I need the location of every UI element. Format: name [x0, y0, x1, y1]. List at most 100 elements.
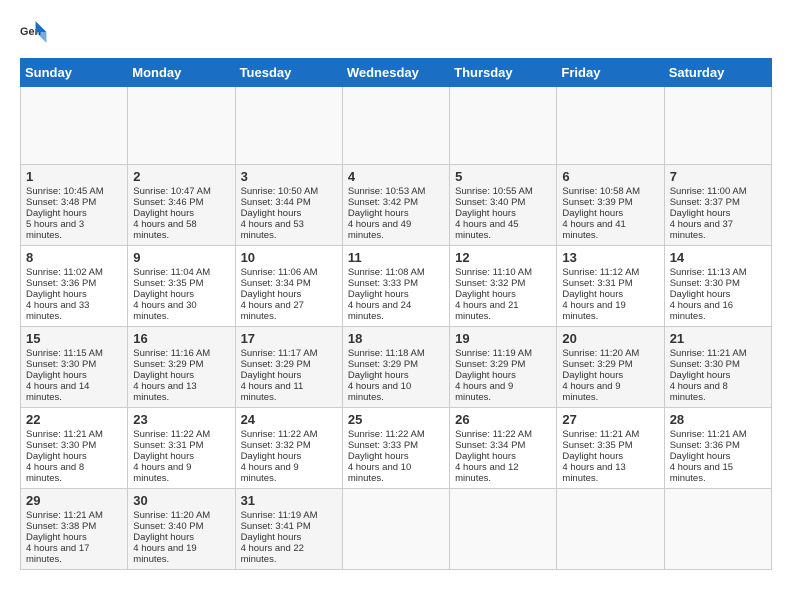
calendar-cell — [450, 489, 557, 570]
daylight-value: 4 hours and 12 minutes. — [455, 462, 551, 484]
calendar-cell: 5Sunrise: 10:55 AMSunset: 3:40 PMDayligh… — [450, 165, 557, 246]
sunset-text: Sunset: 3:32 PM — [241, 440, 337, 451]
daylight-text: Daylight hours — [241, 532, 337, 543]
calendar-cell: 31Sunrise: 11:19 AMSunset: 3:41 PMDaylig… — [235, 489, 342, 570]
sunrise-text: Sunrise: 11:22 AM — [241, 429, 337, 440]
daylight-value: 4 hours and 58 minutes. — [133, 219, 229, 241]
daylight-text: Daylight hours — [133, 289, 229, 300]
sunrise-text: Sunrise: 11:17 AM — [241, 348, 337, 359]
calendar-header-row: SundayMondayTuesdayWednesdayThursdayFrid… — [21, 59, 772, 87]
sunrise-text: Sunrise: 11:06 AM — [241, 267, 337, 278]
sunset-text: Sunset: 3:39 PM — [562, 197, 658, 208]
calendar-cell: 4Sunrise: 10:53 AMSunset: 3:42 PMDayligh… — [342, 165, 449, 246]
sunrise-text: Sunrise: 11:21 AM — [562, 429, 658, 440]
sunrise-text: Sunrise: 10:53 AM — [348, 186, 444, 197]
sunset-text: Sunset: 3:44 PM — [241, 197, 337, 208]
day-number: 17 — [241, 331, 337, 346]
sunrise-text: Sunrise: 11:21 AM — [670, 348, 766, 359]
daylight-text: Daylight hours — [133, 532, 229, 543]
daylight-value: 4 hours and 19 minutes. — [562, 300, 658, 322]
day-number: 22 — [26, 412, 122, 427]
calendar-cell: 11Sunrise: 11:08 AMSunset: 3:33 PMDaylig… — [342, 246, 449, 327]
calendar-cell: 12 Sunrise: 11:10 AMSunset: 3:32 PMDaylig… — [450, 246, 557, 327]
sunset-text: Sunset: 3:30 PM — [26, 440, 122, 451]
daylight-text: Daylight hours — [133, 451, 229, 462]
daylight-value: 4 hours and 37 minutes. — [670, 219, 766, 241]
sunrise-text: Sunrise: 11:10 AM — [455, 267, 551, 278]
daylight-value: 4 hours and 9 minutes. — [133, 462, 229, 484]
daylight-text: Daylight hours — [241, 208, 337, 219]
day-number: 8 — [26, 250, 122, 265]
calendar-cell: 3Sunrise: 10:50 AMSunset: 3:44 PMDayligh… — [235, 165, 342, 246]
calendar-cell: 30Sunrise: 11:20 AMSunset: 3:40 PMDaylig… — [128, 489, 235, 570]
day-number: 6 — [562, 169, 658, 184]
daylight-text: Daylight hours — [133, 370, 229, 381]
sunrise-text: Sunrise: 11:02 AM — [26, 267, 122, 278]
daylight-value: 4 hours and 17 minutes. — [26, 543, 122, 565]
daylight-text: Daylight hours — [133, 208, 229, 219]
sunrise-text: Sunrise: 11:08 AM — [348, 267, 444, 278]
daylight-value: 4 hours and 9 minutes. — [455, 381, 551, 403]
sunset-text: Sunset: 3:37 PM — [670, 197, 766, 208]
daylight-text: Daylight hours — [26, 370, 122, 381]
sunset-text: Sunset: 3:36 PM — [26, 278, 122, 289]
sunrise-text: Sunrise: 11:19 AM — [455, 348, 551, 359]
sunrise-text: Sunrise: 11:13 AM — [670, 267, 766, 278]
calendar-cell: 10Sunrise: 11:06 AMSunset: 3:34 PMDaylig… — [235, 246, 342, 327]
calendar-cell: 27Sunrise: 11:21 AMSunset: 3:35 PMDaylig… — [557, 408, 664, 489]
calendar-cell: 26Sunrise: 11:22 AMSunset: 3:34 PMDaylig… — [450, 408, 557, 489]
daylight-value: 4 hours and 8 minutes. — [670, 381, 766, 403]
daylight-text: Daylight hours — [455, 370, 551, 381]
daylight-value: 5 hours and 3 minutes. — [26, 219, 122, 241]
calendar-cell: 25Sunrise: 11:22 AMSunset: 3:33 PMDaylig… — [342, 408, 449, 489]
daylight-text: Daylight hours — [562, 289, 658, 300]
day-number: 28 — [670, 412, 766, 427]
sunrise-text: Sunrise: 10:55 AM — [455, 186, 551, 197]
day-number: 4 — [348, 169, 444, 184]
sunset-text: Sunset: 3:41 PM — [241, 521, 337, 532]
calendar-cell: 18Sunrise: 11:18 AMSunset: 3:29 PMDaylig… — [342, 327, 449, 408]
daylight-text: Daylight hours — [455, 451, 551, 462]
sunset-text: Sunset: 3:29 PM — [241, 359, 337, 370]
daylight-text: Daylight hours — [455, 289, 551, 300]
logo: Gen — [20, 18, 52, 46]
day-number: 11 — [348, 250, 444, 265]
calendar-cell — [557, 87, 664, 165]
daylight-text: Daylight hours — [670, 451, 766, 462]
calendar-cell: 20Sunrise: 11:20 AMSunset: 3:29 PMDaylig… — [557, 327, 664, 408]
sunset-text: Sunset: 3:48 PM — [26, 197, 122, 208]
sunrise-text: Sunrise: 11:22 AM — [133, 429, 229, 440]
sunrise-text: Sunrise: 11:19 AM — [241, 510, 337, 521]
calendar-cell — [664, 489, 771, 570]
sunset-text: Sunset: 3:29 PM — [455, 359, 551, 370]
calendar-cell: 2Sunrise: 10:47 AMSunset: 3:46 PMDayligh… — [128, 165, 235, 246]
sunrise-text: Sunrise: 10:58 AM — [562, 186, 658, 197]
daylight-text: Daylight hours — [348, 289, 444, 300]
sunrise-text: Sunrise: 11:22 AM — [348, 429, 444, 440]
sunrise-text: Sunrise: 11:16 AM — [133, 348, 229, 359]
daylight-value: 4 hours and 21 minutes. — [455, 300, 551, 322]
day-number: 12 — [455, 250, 551, 265]
calendar-cell: 16Sunrise: 11:16 AMSunset: 3:29 PMDaylig… — [128, 327, 235, 408]
calendar-cell: 13Sunrise: 11:12 AMSunset: 3:31 PMDaylig… — [557, 246, 664, 327]
calendar-cell: 21Sunrise: 11:21 AMSunset: 3:30 PMDaylig… — [664, 327, 771, 408]
daylight-text: Daylight hours — [670, 370, 766, 381]
sunrise-text: Sunrise: 11:22 AM — [455, 429, 551, 440]
daylight-text: Daylight hours — [348, 370, 444, 381]
calendar-cell — [557, 489, 664, 570]
daylight-text: Daylight hours — [562, 370, 658, 381]
sunrise-text: Sunrise: 10:47 AM — [133, 186, 229, 197]
calendar-cell: 23Sunrise: 11:22 AMSunset: 3:31 PMDaylig… — [128, 408, 235, 489]
daylight-value: 4 hours and 9 minutes. — [241, 462, 337, 484]
day-header-friday: Friday — [557, 59, 664, 87]
sunset-text: Sunset: 3:32 PM — [455, 278, 551, 289]
header: Gen — [20, 18, 772, 46]
daylight-value: 4 hours and 22 minutes. — [241, 543, 337, 565]
calendar-cell: 14Sunrise: 11:13 AMSunset: 3:30 PMDaylig… — [664, 246, 771, 327]
day-number: 26 — [455, 412, 551, 427]
sunset-text: Sunset: 3:35 PM — [133, 278, 229, 289]
sunset-text: Sunset: 3:34 PM — [241, 278, 337, 289]
sunset-text: Sunset: 3:29 PM — [348, 359, 444, 370]
day-number: 20 — [562, 331, 658, 346]
calendar-container: Gen SundayMondayTuesdayWednesdayThursday… — [0, 0, 792, 580]
